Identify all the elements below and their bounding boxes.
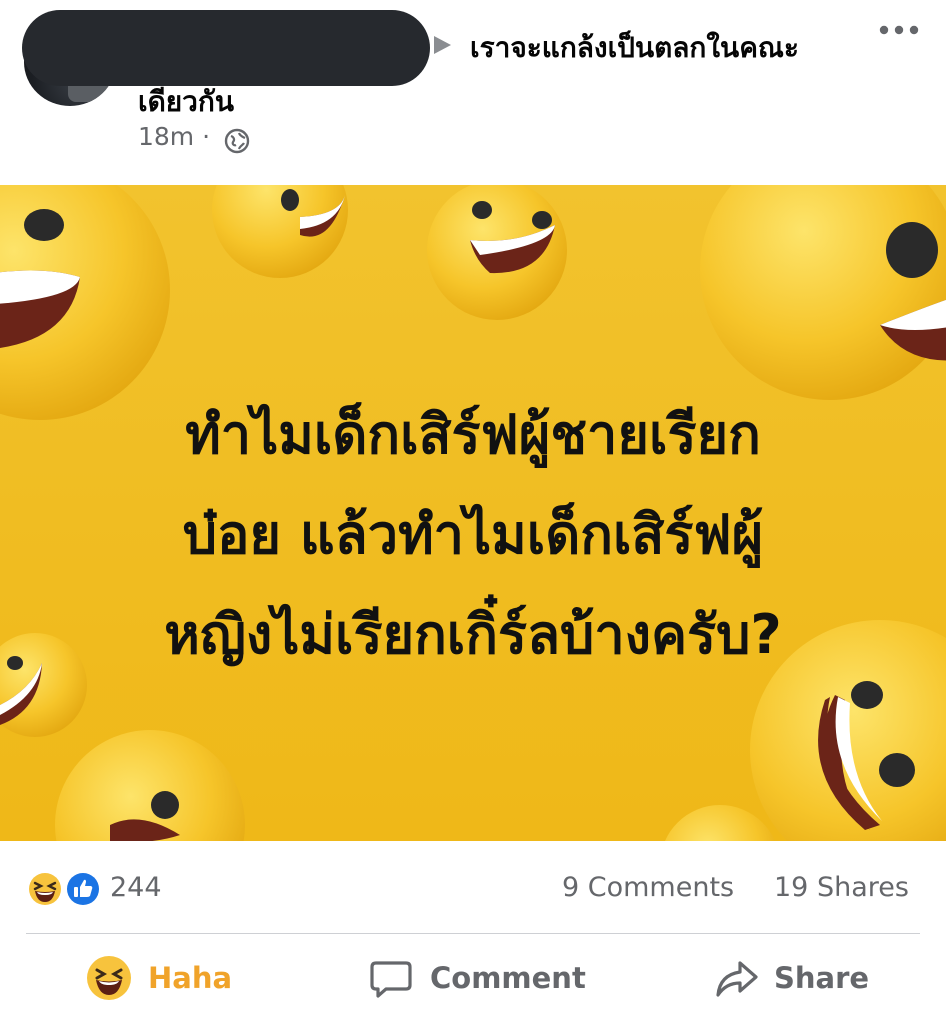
more-dots-icon[interactable] (874, 14, 924, 44)
like-icon[interactable] (64, 870, 102, 908)
laughing-emoji-icon (55, 730, 245, 841)
group-name-link[interactable]: เราจะแกล้งเป็นตลกในคณะ (470, 26, 799, 70)
post-image[interactable]: ทำไมเด็กเสิร์ฟผู้ชายเรียก บ๋อย แล้วทำไมเ… (0, 185, 946, 841)
comment-bubble-icon (370, 961, 412, 998)
comment-label: Comment (430, 961, 586, 995)
reaction-count[interactable]: 244 (110, 872, 162, 903)
laughing-emoji-icon (665, 805, 775, 841)
share-button[interactable]: Share (714, 953, 874, 1003)
haha-icon (87, 956, 131, 1000)
group-name-continued[interactable]: เดียวกัน (138, 80, 234, 124)
arrow-right-icon (434, 36, 451, 54)
action-bar: Haha Comment Share (0, 945, 946, 1015)
laughing-emoji-icon (700, 185, 946, 400)
caption-line: หญิงไม่เรียกเกิ๋ร์ลบ้างครับ? (164, 603, 782, 666)
divider (26, 933, 920, 934)
haha-button[interactable]: Haha (86, 953, 246, 1003)
shares-count-link[interactable]: 19 Shares (774, 872, 909, 903)
post-header: เราจะแกล้งเป็นตลกในคณะ เดียวกัน 18m · (0, 0, 946, 185)
caption-line: ทำไมเด็กเสิร์ฟผู้ชายเรียก (185, 403, 761, 466)
caption-line: บ๋อย แล้วทำไมเด็กเสิร์ฟผู้ (182, 503, 764, 566)
haha-label: Haha (148, 961, 233, 995)
image-caption: ทำไมเด็กเสิร์ฟผู้ชายเรียก บ๋อย แล้วทำไมเ… (0, 385, 946, 685)
globe-icon (224, 128, 250, 154)
comments-count-link[interactable]: 9 Comments (562, 872, 734, 903)
post-time[interactable]: 18m · (138, 122, 210, 151)
comment-button[interactable]: Comment (368, 953, 598, 1003)
redacted-author-name (22, 10, 430, 86)
haha-icon[interactable] (26, 870, 64, 908)
laughing-emoji-icon (427, 185, 567, 320)
share-label: Share (774, 961, 870, 995)
share-arrow-icon (716, 961, 758, 997)
laughing-emoji-icon (212, 185, 348, 278)
reaction-stats-bar: 244 9 Comments 19 Shares (0, 860, 946, 920)
